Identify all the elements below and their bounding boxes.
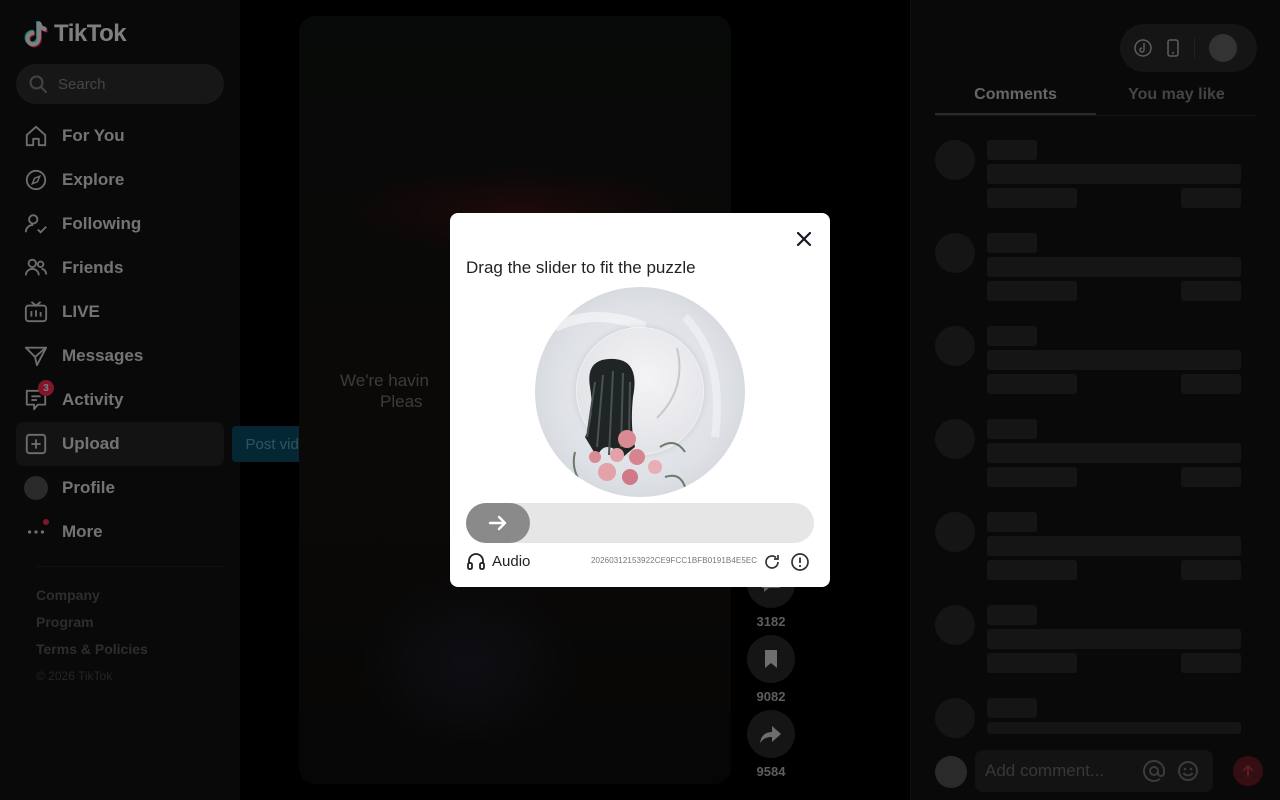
close-icon (797, 232, 811, 246)
info-icon (791, 553, 809, 571)
captcha-code: 20260312153922CE9FCC1BFB0191B4E5EC (591, 556, 758, 565)
captcha-modal: Drag the slider to fit the puzzle Audio … (450, 213, 830, 587)
arrow-right-icon (488, 515, 507, 531)
refresh-icon (765, 555, 779, 569)
app-root: TikTok For You Explore Following Friends (0, 0, 1280, 800)
refresh-button[interactable] (762, 552, 782, 572)
puzzle-image (535, 287, 745, 497)
info-button[interactable] (790, 552, 810, 572)
slider-handle[interactable] (466, 503, 530, 543)
headphones-icon (467, 553, 485, 570)
slider-track (466, 503, 814, 543)
portrait-artwork (572, 358, 686, 488)
audio-label: Audio (492, 552, 531, 570)
close-button[interactable] (794, 229, 814, 249)
audio-button[interactable]: Audio (466, 551, 530, 571)
captcha-title: Drag the slider to fit the puzzle (466, 258, 696, 277)
